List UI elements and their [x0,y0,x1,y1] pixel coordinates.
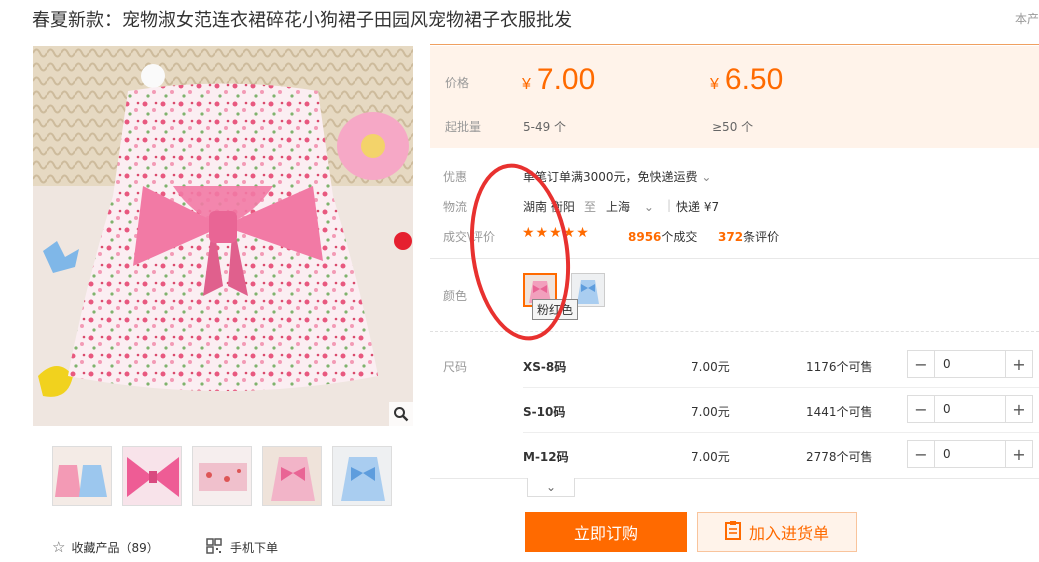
thumbnail-1[interactable] [52,446,112,506]
plus-button[interactable]: + [1006,396,1032,422]
batch-label: 起批量 [445,120,482,134]
batch-tier-1: 5-49 个 [523,120,567,134]
add-to-cart-button[interactable]: 加入进货单 [697,512,857,552]
plus-button[interactable]: + [1006,351,1032,377]
divider [430,331,1039,332]
promo-value: 单笔订单满3000元，免快递运费 [523,170,698,184]
size-price: 7.00元 [691,405,730,419]
size-price: 7.00元 [691,450,730,464]
size-row: S-10码 7.00元 1441个可售 − 0 + [523,389,1039,433]
promo-label: 优惠 [443,170,468,184]
price-value: 6.50 [724,63,784,96]
deals-suffix: 个成交 [661,230,698,244]
size-stock: 2778个可售 [806,450,873,464]
minus-button[interactable]: − [908,441,934,467]
plus-button[interactable]: + [1006,441,1032,467]
row-divider [523,432,1039,433]
ship-method: 快递 ¥7 [676,200,720,214]
buy-now-button[interactable]: 立即订购 [525,512,687,552]
quantity-stepper: − 0 + [907,440,1033,468]
expand-sizes-button[interactable]: ⌄ [527,478,575,497]
ship-from: 湖南 衡阳 [523,200,575,214]
ship-to-value: 上海 [606,200,631,214]
size-name: S-10码 [523,405,566,419]
divider [430,478,1039,479]
price-value: 7.00 [536,63,596,96]
quantity-input[interactable]: 0 [934,441,1006,467]
star-outline-icon: ☆ [52,538,66,556]
price-label: 价格 [445,76,470,90]
price-tier-2: ¥6.50 [710,63,783,97]
size-stock: 1441个可售 [806,405,873,419]
minus-button[interactable]: − [908,351,934,377]
mobile-order-button[interactable]: 手机下单 [206,538,278,557]
size-price: 7.00元 [691,360,730,374]
quantity-input[interactable]: 0 [934,351,1006,377]
deals-stat[interactable]: 8956个成交 [628,228,697,245]
ship-to-select[interactable]: 上海 ⌄ [606,198,654,215]
deals-count: 8956 [628,230,662,244]
thumbnail-3[interactable] [192,446,252,506]
size-stock: 1176个可售 [806,360,873,374]
main-product-image[interactable] [33,46,413,426]
currency-symbol: ¥ [522,76,531,93]
mobile-label: 手机下单 [230,541,279,555]
size-row: XS-8码 7.00元 1176个可售 − 0 + [523,344,1039,388]
shipping-label: 物流 [443,200,468,214]
color-tooltip: 粉红色 [532,299,579,320]
ship-to-word: 至 [584,200,597,214]
review-label: 成交\评价 [443,230,496,244]
currency-symbol: ¥ [710,76,719,93]
corner-text[interactable]: 本产 [1015,10,1039,27]
price-panel: 价格 起批量 ¥7.00 ¥6.50 5-49 个 ≥50 个 [430,46,1039,148]
separator: | [667,198,672,212]
quantity-input[interactable]: 0 [934,396,1006,422]
header-divider [430,44,1039,45]
thumbnail-strip [52,446,392,506]
size-name: M-12码 [523,450,569,464]
thumbnail-4[interactable] [262,446,322,506]
chevron-down-icon: ⌄ [545,480,557,494]
review-suffix: 条评价 [743,230,780,244]
thumbnail-5[interactable] [332,446,392,506]
chevron-down-icon: ⌄ [701,170,712,184]
row-divider [523,387,1039,388]
color-label: 颜色 [443,289,468,303]
qrcode-icon [206,538,222,557]
quantity-stepper: − 0 + [907,395,1033,423]
price-tier-1: ¥7.00 [522,63,595,97]
cart-label: 加入进货单 [748,524,829,543]
clipboard-icon [724,520,741,544]
thumbnail-2[interactable] [122,446,182,506]
product-title: 春夏新款：宠物淑女范连衣裙碎花小狗裙子田园风宠物裙子衣服批发 [32,10,572,31]
review-count: 372 [718,230,744,244]
quantity-stepper: − 0 + [907,350,1033,378]
favorite-button[interactable]: ☆ 收藏产品（89） [52,538,159,556]
favorite-label: 收藏产品（89） [71,540,159,555]
divider [430,258,1039,259]
minus-button[interactable]: − [908,396,934,422]
rating-stars: ★★★★★ [522,225,590,241]
size-label: 尺码 [443,360,468,374]
batch-tier-2: ≥50 个 [712,120,754,134]
chevron-down-icon: ⌄ [643,200,654,214]
promo-text[interactable]: 单笔订单满3000元，免快递运费 ⌄ [523,168,711,185]
review-stat[interactable]: 372条评价 [718,228,779,245]
size-row: M-12码 7.00元 2778个可售 − 0 + [523,434,1039,478]
size-name: XS-8码 [523,360,567,374]
zoom-icon[interactable] [389,402,413,426]
